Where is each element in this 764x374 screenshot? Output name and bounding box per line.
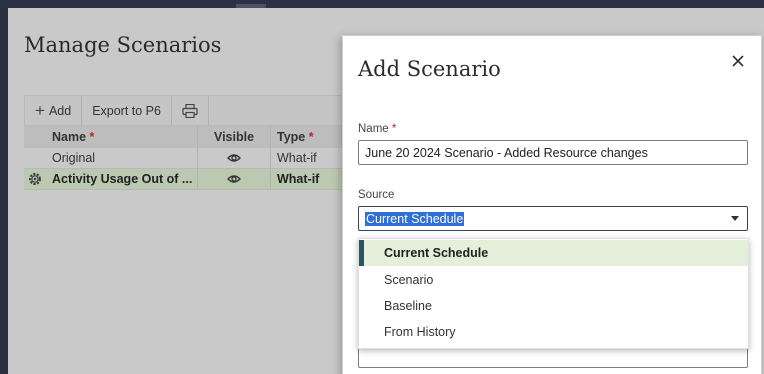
column-divider <box>197 148 198 168</box>
source-option-from-history[interactable]: From History <box>359 319 748 345</box>
source-select[interactable]: Current Schedule <box>358 206 748 231</box>
add-button[interactable]: + Add <box>25 96 83 125</box>
gear-icon[interactable] <box>28 169 42 189</box>
eye-icon <box>227 175 241 183</box>
close-icon[interactable] <box>729 52 747 70</box>
name-label: Name * <box>358 123 397 135</box>
add-scenario-dialog: Add Scenario Name * June 20 2024 Scenari… <box>342 35 762 374</box>
column-divider <box>197 126 198 148</box>
source-dropdown-list: Current Schedule Scenario Baseline From … <box>358 238 749 349</box>
column-header-name[interactable]: Name * <box>52 126 94 148</box>
scenario-name-cell: Activity Usage Out of ... <box>52 172 193 186</box>
plus-icon: + <box>35 101 45 120</box>
column-divider <box>197 169 198 189</box>
scenario-type-cell: What-if <box>277 172 320 186</box>
export-button-label: Export to P6 <box>92 103 161 118</box>
print-icon <box>182 103 198 118</box>
table-row[interactable]: Activity Usage Out of ... What-if <box>24 169 344 190</box>
column-header-visible[interactable]: Visible <box>214 126 254 148</box>
source-label: Source <box>358 189 395 201</box>
top-bar <box>0 0 764 10</box>
source-option-baseline[interactable]: Baseline <box>359 293 748 319</box>
column-divider <box>270 126 271 148</box>
export-to-p6-button[interactable]: Export to P6 <box>82 96 172 125</box>
source-select-value: Current Schedule <box>365 211 465 226</box>
chevron-down-icon[interactable] <box>731 216 739 221</box>
source-option-current-schedule[interactable]: Current Schedule <box>359 240 748 266</box>
grid-header: Name * Visible Type * <box>24 126 344 148</box>
page-title: Manage Scenarios <box>24 33 222 57</box>
table-row[interactable]: Original What-if <box>24 148 344 169</box>
eye-icon <box>227 154 241 162</box>
print-button[interactable] <box>172 96 209 125</box>
column-divider <box>270 169 271 189</box>
scenario-toolbar: + Add Export to P6 <box>24 95 344 126</box>
visible-cell[interactable] <box>214 148 254 168</box>
column-header-type[interactable]: Type * <box>277 126 314 148</box>
visible-cell[interactable] <box>214 169 254 189</box>
name-field[interactable]: June 20 2024 Scenario - Added Resource c… <box>358 140 748 165</box>
scenario-type-cell: What-if <box>277 151 317 165</box>
add-button-label: Add <box>48 103 72 118</box>
dialog-title: Add Scenario <box>358 57 501 81</box>
scenario-name-cell: Original <box>52 151 96 165</box>
column-divider <box>270 148 271 168</box>
name-field-value: June 20 2024 Scenario - Added Resource c… <box>365 145 648 160</box>
source-option-scenario[interactable]: Scenario <box>359 267 748 293</box>
